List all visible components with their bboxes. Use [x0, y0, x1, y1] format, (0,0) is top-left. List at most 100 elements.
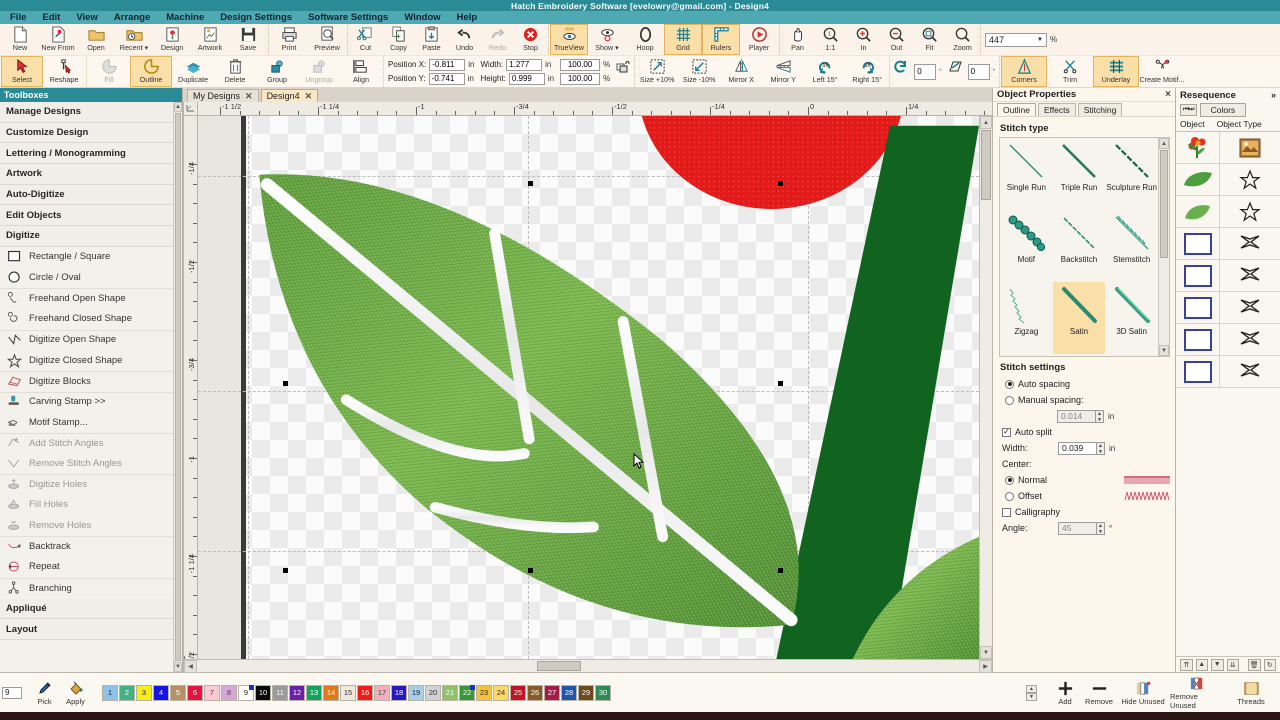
status-button-remove-unused[interactable]: X Remove Unused	[1170, 675, 1224, 710]
canvas-vertical-scrollbar[interactable]: ▲ ▼	[979, 116, 992, 659]
menu-bar[interactable]: File Edit View Arrange Machine Design Setting…	[0, 11, 1280, 24]
status-button-hide-unused[interactable]: Hide Unused	[1116, 675, 1170, 710]
toolbox-item-motif-stamp[interactable]: Motif Stamp...	[0, 412, 173, 433]
ribbon-button-paste[interactable]: Paste	[415, 24, 448, 55]
scroll-right-icon[interactable]: ▶	[979, 660, 992, 673]
status-button-remove[interactable]: Remove	[1082, 675, 1116, 710]
resequence-row[interactable]	[1176, 196, 1280, 228]
palette-swatch-6[interactable]: 6	[187, 684, 203, 701]
toolbox-item-digitize-closed-shape[interactable]: Digitize Closed Shape	[0, 350, 173, 371]
pick-color-button[interactable]: Pick	[29, 680, 60, 706]
properties-tab-stitching[interactable]: Stitching	[1077, 103, 1123, 116]
palette-swatch-17[interactable]: 17	[374, 684, 390, 701]
ribbon-button-rulers[interactable]: Rulers	[702, 24, 740, 55]
delete-icon[interactable]: 🗑	[1248, 658, 1261, 671]
resequence-row[interactable]	[1176, 164, 1280, 196]
resequence-row[interactable]	[1176, 292, 1280, 324]
toolbox-item-branching[interactable]: Branching	[0, 577, 173, 599]
ribbon-button-artwork[interactable]: Artwork	[191, 24, 229, 55]
palette-swatch-12[interactable]: 12	[289, 684, 305, 701]
palette-swatch-15[interactable]: 15	[340, 684, 356, 701]
ribbon-button-align[interactable]: Align	[340, 56, 382, 87]
stitch-type-motif[interactable]: Motif	[1000, 210, 1053, 282]
document-tab-my-designs[interactable]: My Designs ✕	[187, 89, 259, 102]
ribbon-button-group[interactable]: Group	[256, 56, 298, 87]
ruler-origin-button[interactable]	[184, 102, 198, 115]
toolbox-item-backtrack[interactable]: Backtrack	[0, 536, 173, 557]
ribbon-button-outline[interactable]: Outline	[130, 56, 172, 87]
stitch-type-triple-run[interactable]: Triple Run	[1053, 138, 1106, 210]
ribbon-button-show[interactable]: Show ▾	[588, 24, 626, 55]
menu-item-software-settings[interactable]: Software Settings	[300, 11, 396, 24]
ribbon-button-out[interactable]: Out	[880, 24, 913, 55]
palette-swatch-13[interactable]: 13	[306, 684, 322, 701]
ribbon-button-zoom[interactable]: Zoom	[946, 24, 979, 55]
status-button-add[interactable]: Add	[1048, 675, 1082, 710]
spinner-arrows[interactable]: ▲ ▼	[1095, 409, 1104, 423]
toolbox-category-customize-design[interactable]: Customize Design	[0, 122, 173, 144]
selection-handle[interactable]	[778, 181, 783, 186]
ribbon-button-copy[interactable]: Copy	[382, 24, 415, 55]
ribbon-button-underlay[interactable]: Underlay	[1093, 56, 1140, 87]
height-percent-input[interactable]	[560, 72, 601, 85]
chevron-double-right-icon[interactable]: »	[1271, 90, 1276, 100]
palette-swatch-1[interactable]: 1	[102, 684, 118, 701]
toolbox-category-edit-objects[interactable]: Edit Objects	[0, 205, 173, 227]
manual-spacing-row[interactable]: Manual spacing:	[999, 392, 1170, 408]
scrollbar-thumb[interactable]	[1160, 150, 1168, 258]
ribbon-button-right-15[interactable]: 15 Right 15°	[846, 56, 888, 87]
ribbon-button-hoop[interactable]: Hoop	[626, 24, 664, 55]
zoom-level-combobox[interactable]: 447 ▼	[985, 32, 1047, 47]
refresh-icon[interactable]: ↻	[1263, 658, 1276, 671]
colors-button[interactable]: Colors	[1199, 103, 1247, 117]
ribbon-button-duplicate[interactable]: Duplicate	[172, 56, 214, 87]
manual-spacing-spinner[interactable]: 0.014 ▲ ▼	[1057, 409, 1104, 423]
scroll-down-icon[interactable]: ▼	[174, 662, 182, 672]
toolbox-item-circle-oval[interactable]: Circle / Oval	[0, 268, 173, 289]
toolbox-category-manage-designs[interactable]: Manage Designs	[0, 102, 173, 123]
scroll-up-icon[interactable]: ▲	[174, 102, 182, 112]
ribbon-button-reshape[interactable]: Reshape	[43, 56, 85, 87]
stitch-type-grid[interactable]: Single Run Triple Run Sculpture Run Moti…	[1000, 138, 1158, 356]
palette-swatch-28[interactable]: 28	[561, 684, 577, 701]
selection-handle[interactable]	[283, 568, 288, 573]
selection-handle[interactable]	[778, 381, 783, 386]
resequence-row[interactable]	[1176, 228, 1280, 260]
toolbox-category-lettering-monogramming[interactable]: Lettering / Monogramming	[0, 143, 173, 165]
ribbon-button-preview[interactable]: Preview	[308, 24, 346, 55]
palette-swatch-26[interactable]: 26	[527, 684, 543, 701]
palette-swatch-11[interactable]: 11	[272, 684, 288, 701]
center-offset-radio[interactable]	[1005, 491, 1014, 501]
palette-swatch-18[interactable]: 18	[391, 684, 407, 701]
toolboxes-scrollbar[interactable]: ▲ ▼	[173, 102, 182, 672]
stitch-type-scrollbar[interactable]: ▲ ▼	[1158, 138, 1169, 356]
ribbon-button-player[interactable]: Player	[740, 24, 778, 55]
status-button-threads[interactable]: Threads	[1224, 675, 1278, 710]
vertical-scrollbar-thumb[interactable]	[981, 130, 991, 200]
palette-swatch-3[interactable]: 3	[136, 684, 152, 701]
close-icon[interactable]: ✕	[305, 91, 313, 102]
width-spinner[interactable]: 0.039 ▲ ▼	[1058, 441, 1105, 455]
ribbon-button-create-motif[interactable]: Create Motif...	[1139, 56, 1185, 87]
palette-swatch-29[interactable]: 29	[578, 684, 594, 701]
ribbon-button-left-15[interactable]: 15 Left 15°	[804, 56, 846, 87]
ribbon-button-delete[interactable]: Delete	[214, 56, 256, 87]
position-x-input[interactable]	[429, 58, 466, 71]
ribbon-button-print[interactable]: Print	[270, 24, 308, 55]
ribbon-button-mirror-y[interactable]: Mirror Y	[762, 56, 804, 87]
stitch-type-single-run[interactable]: Single Run	[1000, 138, 1053, 210]
width-input[interactable]	[506, 58, 543, 71]
scroll-down-icon[interactable]: ▼	[1026, 692, 1037, 701]
move-down-icon[interactable]: ▼	[1211, 658, 1224, 671]
auto-split-row[interactable]: ✓ Auto split	[999, 424, 1170, 440]
auto-split-checkbox[interactable]: ✓	[1002, 427, 1011, 437]
spinner-arrows[interactable]: ▲ ▼	[1096, 441, 1105, 455]
ribbon-button-design[interactable]: Design	[153, 24, 191, 55]
height-input[interactable]	[508, 72, 545, 85]
chevron-down-icon[interactable]: ▼	[1037, 37, 1043, 43]
toolbox-category-artwork[interactable]: Artwork	[0, 164, 173, 185]
apply-color-button[interactable]: Apply	[60, 680, 91, 706]
ribbon-button-pan[interactable]: Pan	[781, 24, 814, 55]
toolbox-item-digitize-open-shape[interactable]: Digitize Open Shape	[0, 329, 173, 351]
ribbon-button-size-10[interactable]: Size +10%	[636, 56, 678, 87]
